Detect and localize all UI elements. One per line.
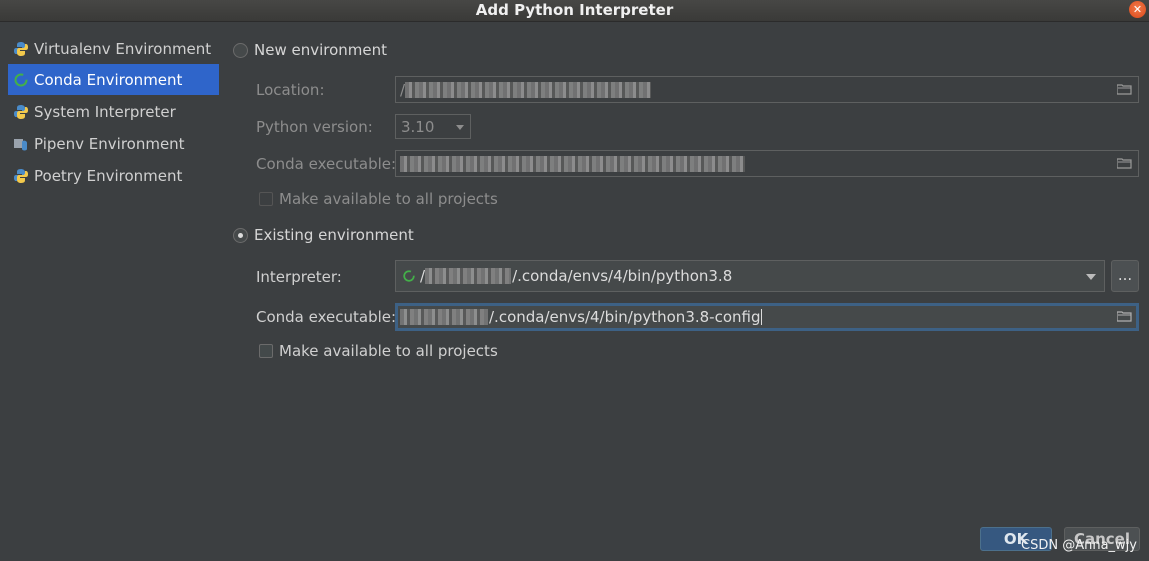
location-field[interactable]: / — [395, 76, 1139, 103]
browse-interpreter-button[interactable]: ... — [1111, 260, 1139, 292]
title-bar: Add Python Interpreter ✕ — [0, 0, 1149, 22]
poetry-icon — [13, 168, 29, 184]
interpreter-combo[interactable]: / /.conda/envs/4/bin/python3.8 — [395, 260, 1105, 292]
python-icon — [13, 104, 29, 120]
python-version-label: Python version: — [256, 118, 373, 136]
existing-environment-radio[interactable] — [233, 228, 248, 243]
python-version-value: 3.10 — [401, 117, 435, 136]
main-panel: New environment Location: / Python versi… — [224, 23, 1149, 561]
redacted-path — [405, 81, 652, 98]
conda-icon — [403, 270, 415, 282]
redacted-path — [400, 155, 745, 172]
sidebar-item-poetry[interactable]: Poetry Environment — [8, 160, 219, 191]
text-cursor — [760, 309, 762, 325]
python-icon — [13, 41, 29, 57]
watermark: CSDN @Anna_wjy — [1021, 538, 1137, 553]
chevron-down-icon[interactable] — [1086, 274, 1096, 280]
python-version-select[interactable]: 3.10 — [395, 114, 471, 139]
existing-environment-label[interactable]: Existing environment — [254, 226, 414, 244]
folder-icon[interactable] — [1117, 311, 1132, 322]
make-available-checkbox-existing[interactable] — [259, 344, 273, 358]
sidebar-item-label: System Interpreter — [34, 102, 176, 121]
conda-icon — [13, 72, 29, 88]
sidebar-item-label: Virtualenv Environment — [34, 39, 212, 58]
conda-executable-field-existing[interactable]: /.conda/envs/4/bin/python3.8-config — [395, 303, 1139, 331]
conda-executable-field-new[interactable] — [395, 150, 1139, 177]
sidebar-item-conda[interactable]: Conda Environment — [8, 64, 219, 95]
folder-icon[interactable] — [1117, 158, 1132, 169]
conda-executable-value: /.conda/envs/4/bin/python3.8-config — [489, 308, 761, 326]
new-environment-radio[interactable] — [233, 43, 248, 58]
make-available-label-existing[interactable]: Make available to all projects — [279, 342, 498, 360]
make-available-checkbox-new[interactable] — [259, 192, 273, 206]
sidebar-item-label: Poetry Environment — [34, 166, 183, 185]
folder-icon[interactable] — [1117, 84, 1132, 95]
close-icon[interactable]: ✕ — [1129, 1, 1146, 18]
location-label: Location: — [256, 81, 325, 99]
window-title: Add Python Interpreter — [475, 1, 674, 19]
conda-executable-label: Conda executable: — [256, 155, 397, 173]
conda-executable-label-existing: Conda executable: — [256, 308, 397, 326]
new-environment-label[interactable]: New environment — [254, 41, 387, 59]
sidebar: Virtualenv Environment Conda Environment… — [0, 23, 224, 561]
sidebar-item-system[interactable]: System Interpreter — [8, 96, 219, 127]
redacted-path — [400, 309, 488, 325]
sidebar-item-virtualenv[interactable]: Virtualenv Environment — [8, 33, 219, 64]
redacted-path — [425, 268, 512, 284]
chevron-down-icon — [456, 125, 464, 130]
interpreter-label: Interpreter: — [256, 268, 342, 286]
interpreter-value: /.conda/envs/4/bin/python3.8 — [512, 267, 733, 285]
pipenv-icon — [13, 136, 29, 152]
sidebar-item-label: Conda Environment — [34, 70, 183, 89]
make-available-label-new[interactable]: Make available to all projects — [279, 190, 498, 208]
sidebar-item-pipenv[interactable]: Pipenv Environment — [8, 128, 219, 159]
sidebar-item-label: Pipenv Environment — [34, 134, 185, 153]
